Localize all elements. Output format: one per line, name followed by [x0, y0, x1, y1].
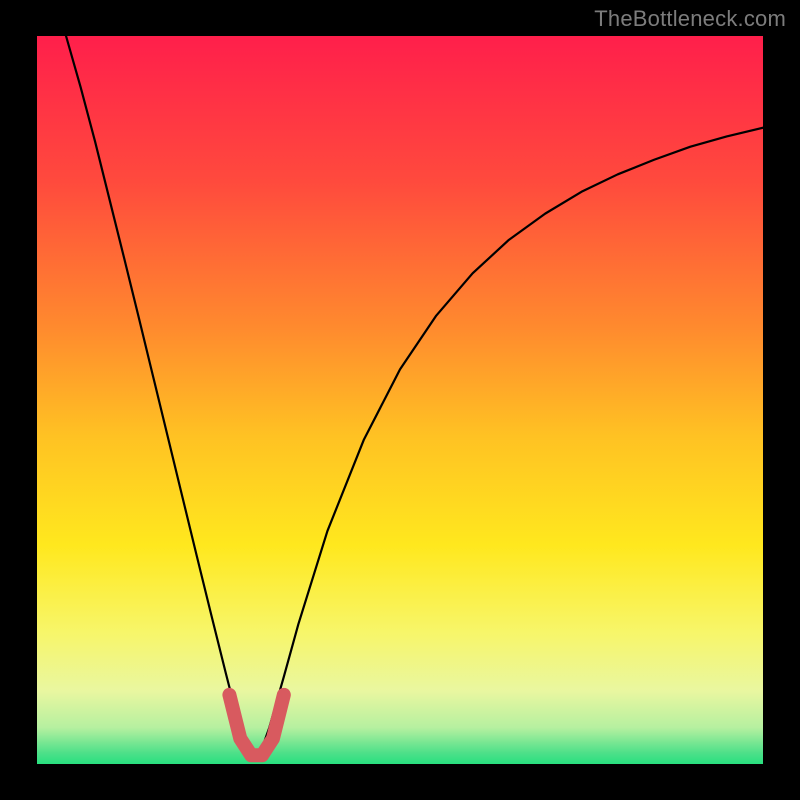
watermark-text: TheBottleneck.com: [594, 6, 786, 32]
plot-background: [37, 36, 763, 764]
chart-container: TheBottleneck.com: [0, 0, 800, 800]
bottleneck-chart: [0, 0, 800, 800]
